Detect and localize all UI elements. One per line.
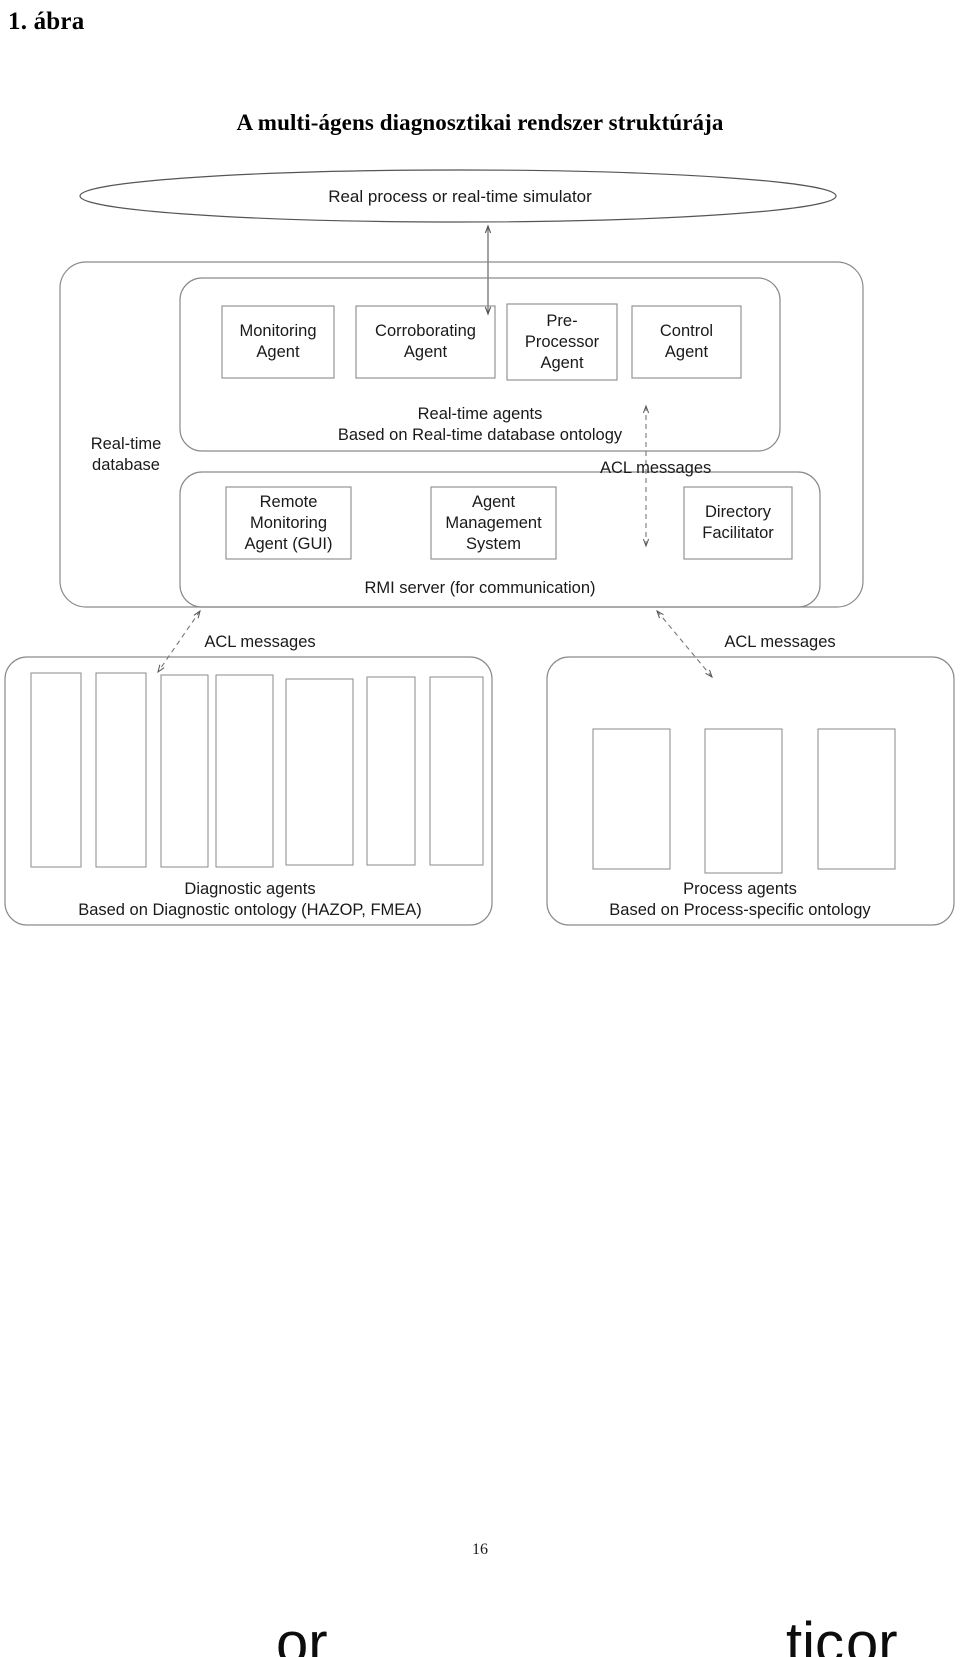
process-agents-caption: Process agents Based on Process-specific…: [609, 880, 871, 919]
scan-fragment-bottom-right: or: [846, 1615, 898, 1657]
diagnostic-agent-slot: [160, 674, 209, 868]
scan-fragment-bottom-left: or: [276, 1615, 328, 1657]
acl-messages-middle-label: ACL messages: [600, 459, 712, 477]
diagnostic-agent-slot: [215, 674, 274, 868]
diagnostic-agent-slot: [429, 676, 484, 866]
diagnostic-agents-caption: Diagnostic agents Based on Diagnostic on…: [78, 880, 422, 919]
diagnostic-agent-slot: [95, 672, 147, 868]
acl-messages-right-label: ACL messages: [724, 633, 836, 651]
agent-label-preprocessor: Pre- Processor Agent: [524, 311, 600, 372]
diagnostic-agent-slot: [366, 676, 416, 866]
process-agent-slot: [817, 728, 896, 870]
acl-messages-left-label: ACL messages: [204, 633, 316, 651]
scan-fragment-bottom-middle: tic: [786, 1615, 844, 1657]
realtime-database-label: Real-time database: [90, 435, 162, 474]
process-agent-slot: [704, 728, 783, 874]
agent-label-remote-monitoring: Remote Monitoring Agent (GUI): [244, 492, 333, 553]
diagnostic-agent-slot: [285, 678, 354, 866]
page-number: 16: [472, 1541, 488, 1558]
architecture-diagram: [4, 169, 955, 926]
agent-label-directory-facilitator: Directory Facilitator: [702, 503, 774, 542]
agent-label-monitoring: Monitoring Agent: [239, 322, 317, 361]
agent-label-control: Control Agent: [659, 322, 714, 361]
process-ellipse-label: Real process or real-time simulator: [328, 187, 592, 206]
document-page: 1. ábra A multi-ágens diagnosztikai rend…: [0, 0, 960, 1657]
diagnostic-agent-slot: [30, 672, 82, 868]
agent-label-corroborating: Corroborating Agent: [375, 322, 476, 361]
rmi-server-caption: RMI server (for communication): [364, 579, 596, 597]
realtime-agents-caption: Real-time agents Based on Real-time data…: [337, 405, 623, 444]
agent-label-agent-management-system: Agent Management System: [445, 492, 542, 553]
process-agent-slot: [592, 728, 671, 870]
